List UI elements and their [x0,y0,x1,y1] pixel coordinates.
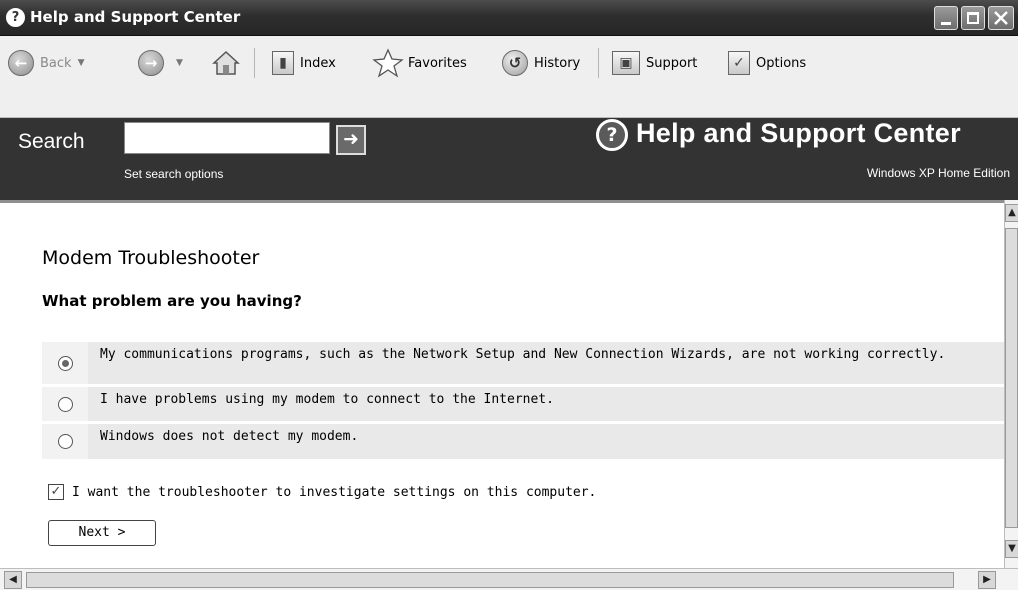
maximize-button[interactable] [961,6,985,30]
back-button[interactable]: ← Back ▼ [8,46,84,80]
book-icon: ▮ [272,51,294,75]
scroll-right-icon[interactable]: ▶ [978,571,996,589]
toolbar-separator [598,48,599,78]
option-label: Windows does not detect my modem. [100,429,359,444]
search-header: Search ➜ Set search options ? Help and S… [0,118,1018,200]
option-label: I have problems using my modem to connec… [100,392,554,407]
favorites-label: Favorites [408,55,467,71]
favorites-button[interactable]: Favorites [372,46,467,80]
options-button[interactable]: ✓ Options [728,46,806,80]
investigate-checkbox[interactable]: ✓ [48,484,64,500]
vertical-scrollbar[interactable]: ▲ ▼ [1004,200,1018,568]
home-icon [212,50,240,75]
toolbar: ← Back ▼ → ▼ ▮ Index Favorites ↺ History… [0,36,1018,118]
option-radio[interactable] [57,355,73,371]
vertical-scroll-thumb[interactable] [1005,228,1018,528]
forward-arrow-icon: → [138,50,164,76]
help-circle-icon: ? [6,8,25,27]
chevron-down-icon[interactable]: ▼ [78,58,85,68]
options-label: Options [756,55,807,71]
option-row[interactable]: My communications programs, such as the … [42,342,1004,384]
question-heading: What problem are you having? [42,292,302,310]
content-pane: Modem Troubleshooter What problem are yo… [0,200,1004,568]
title-bar: ? Help and Support Center [0,0,1018,36]
next-button[interactable]: Next > [48,520,156,546]
index-label: Index [300,55,336,71]
help-circle-icon: ? [596,119,628,151]
scroll-up-icon[interactable]: ▲ [1005,204,1018,222]
option-row[interactable]: I have problems using my modem to connec… [42,387,1004,421]
close-icon [994,11,1008,25]
window-title: Help and Support Center [30,8,241,26]
search-options-link[interactable]: Set search options [124,167,223,181]
option-radio[interactable] [57,434,73,449]
back-arrow-icon: ← [8,50,34,76]
investigate-label: I want the troubleshooter to investigate… [72,484,597,500]
option-label: My communications programs, such as the … [100,347,946,362]
support-button[interactable]: ▣ Support [612,46,697,80]
horizontal-scrollbar[interactable]: ◀ ▶ [0,568,1018,590]
home-button[interactable] [212,46,240,80]
scroll-left-icon[interactable]: ◀ [4,571,22,589]
edition-label: Windows XP Home Edition [866,166,1010,180]
history-button[interactable]: ↺ History [502,46,580,80]
close-button[interactable] [988,6,1014,30]
investigate-checkbox-row[interactable]: ✓ I want the troubleshooter to investiga… [48,484,596,500]
horizontal-scroll-thumb[interactable] [26,572,954,588]
options-list: My communications programs, such as the … [42,342,1004,462]
scroll-down-icon[interactable]: ▼ [1005,540,1018,558]
forward-button[interactable]: → ▼ [138,46,183,80]
search-label: Search [18,130,85,153]
index-button[interactable]: ▮ Index [272,46,336,80]
clock-icon: ↺ [502,50,528,76]
toolbar-separator [254,48,255,78]
checklist-icon: ✓ [728,51,750,75]
chevron-down-icon[interactable]: ▼ [176,58,183,68]
radio-cell [42,342,88,384]
star-icon [372,48,404,78]
brand-title: Help and Support Center [636,118,961,148]
back-label: Back [40,55,72,71]
search-input[interactable] [124,122,330,154]
option-radio[interactable] [57,396,73,412]
search-go-button[interactable]: ➜ [336,125,366,155]
radio-cell [42,424,88,459]
history-label: History [534,55,581,71]
radio-cell [42,387,88,421]
support-icon: ▣ [612,51,640,75]
page-title: Modem Troubleshooter [42,247,260,269]
support-label: Support [646,55,698,71]
minimize-button[interactable] [934,6,958,30]
option-row[interactable]: Windows does not detect my modem. [42,424,1004,459]
arrow-right-icon: ➜ [343,128,359,150]
